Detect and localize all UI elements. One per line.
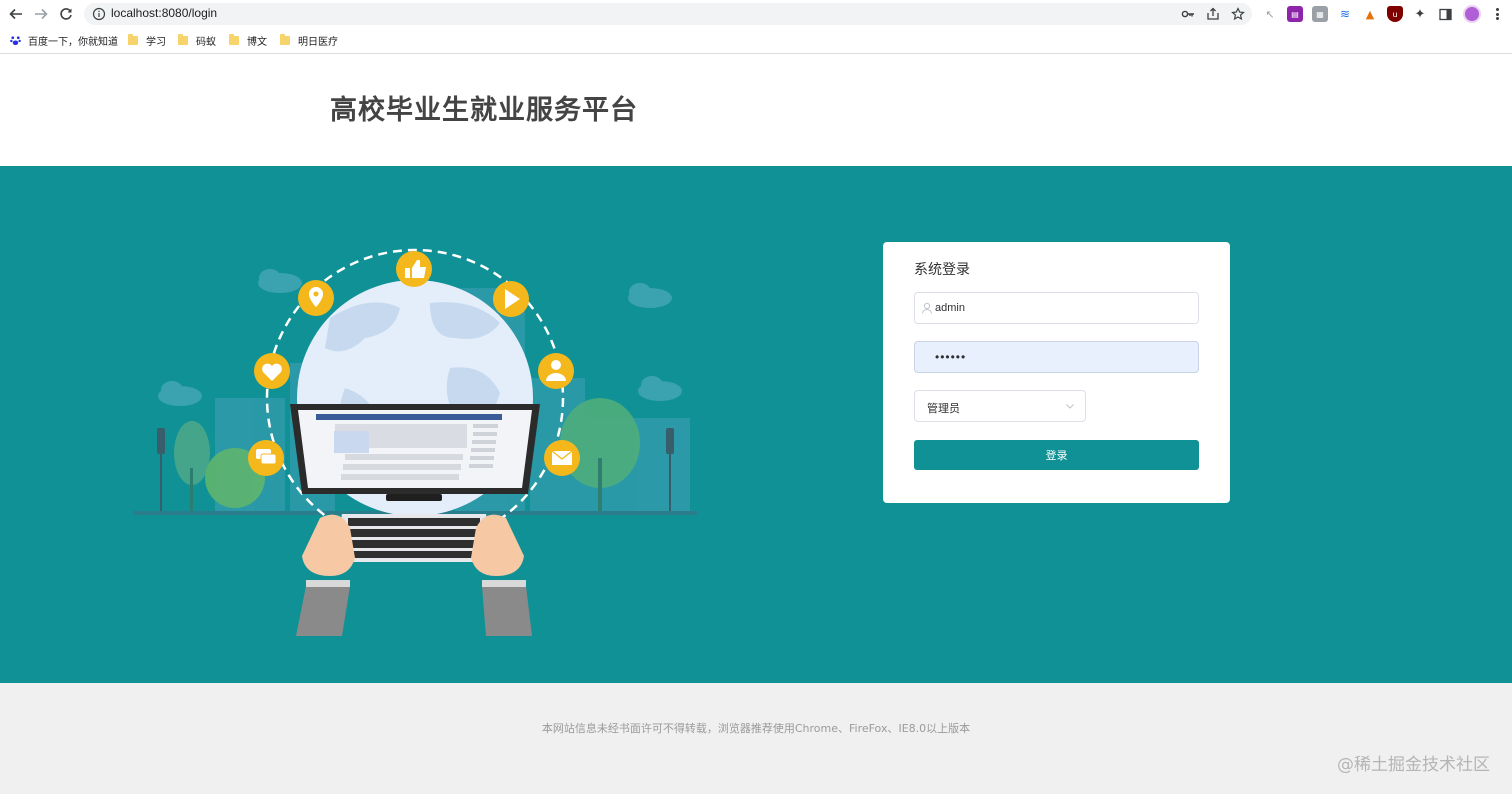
site-title: 高校毕业生就业服务平台: [330, 95, 638, 126]
site-header: 高校毕业生就业服务平台: [0, 55, 1512, 166]
browser-chrome: localhost:8080/login ↖ ▤ ▦ ≋ ▲ u ✦ 百度一下，…: [0, 0, 1512, 54]
role-selected-value: 管理员: [927, 402, 960, 415]
copyright-notice: 本网站信息未经书面许可不得转载，浏览器推荐使用Chrome、FireFox、IE…: [541, 722, 971, 735]
site-info-icon[interactable]: [92, 7, 106, 21]
bookmark-label: 明日医疗: [298, 36, 338, 48]
hero-banner: 系统登录 管理员 登录: [0, 166, 1512, 683]
extension-purple-icon[interactable]: ▤: [1287, 6, 1303, 22]
login-title: 系统登录: [914, 262, 970, 278]
bookmark-folder-mingri[interactable]: 明日医疗: [280, 32, 338, 48]
bookmark-label: 码蚁: [196, 36, 216, 48]
browser-toolbar: localhost:8080/login ↖ ▤ ▦ ≋ ▲ u ✦: [0, 0, 1512, 28]
side-panel-icon[interactable]: [1437, 6, 1453, 22]
password-field[interactable]: [914, 341, 1199, 373]
location-pin-icon: [298, 280, 334, 316]
user-profile-icon: [538, 353, 574, 389]
password-input[interactable]: [935, 342, 1190, 372]
folder-icon: [178, 33, 188, 45]
login-button[interactable]: 登录: [914, 440, 1199, 470]
folder-icon: [280, 33, 290, 45]
forward-icon[interactable]: [31, 4, 51, 24]
browser-menu-icon[interactable]: [1490, 6, 1504, 22]
cursor-extension-icon[interactable]: ↖: [1262, 6, 1278, 22]
bookmark-folder-bowen[interactable]: 博文: [229, 32, 267, 48]
username-field[interactable]: [914, 292, 1199, 324]
site-footer: 本网站信息未经书面许可不得转载，浏览器推荐使用Chrome、FireFox、IE…: [0, 683, 1512, 794]
back-icon[interactable]: [6, 4, 26, 24]
heart-icon: [254, 353, 290, 389]
extension-triangle-icon[interactable]: ▲: [1362, 6, 1378, 22]
bookmarks-bar: 百度一下，你就知道 学习 码蚁 博文 明日医疗: [0, 30, 1512, 50]
bookmark-baidu[interactable]: 百度一下，你就知道: [10, 32, 118, 48]
extensions-puzzle-icon[interactable]: ✦: [1412, 6, 1428, 22]
user-icon: [922, 302, 932, 314]
extension-store-icon[interactable]: ▦: [1312, 6, 1328, 22]
bookmark-star-icon[interactable]: [1231, 7, 1245, 21]
online-employment-illustration: [133, 248, 697, 636]
bookmark-folder-mayi[interactable]: 码蚁: [178, 32, 216, 48]
reload-icon[interactable]: [56, 4, 76, 24]
role-select[interactable]: 管理员: [914, 390, 1086, 422]
login-card: 系统登录 管理员 登录: [883, 242, 1230, 503]
thumbs-up-icon: [396, 251, 432, 287]
bookmark-label: 博文: [247, 36, 267, 48]
key-icon[interactable]: [1181, 7, 1195, 21]
share-icon[interactable]: [1206, 7, 1220, 21]
chat-bubble-icon: [248, 440, 284, 476]
baidu-paw-icon: [10, 35, 21, 45]
folder-icon: [229, 33, 239, 45]
extension-layers-icon[interactable]: ≋: [1337, 6, 1353, 22]
play-icon: [493, 281, 529, 317]
bookmark-label: 学习: [146, 36, 166, 48]
mail-envelope-icon: [544, 440, 580, 476]
bookmark-folder-xuexi[interactable]: 学习: [128, 32, 166, 48]
ublock-shield-icon[interactable]: u: [1387, 6, 1403, 22]
bookmark-label: 百度一下，你就知道: [28, 36, 118, 48]
address-bar[interactable]: localhost:8080/login: [84, 3, 1252, 25]
username-input[interactable]: [935, 293, 1190, 323]
url-text: localhost:8080/login: [111, 6, 218, 20]
folder-icon: [128, 33, 138, 45]
watermark: @稀土掘金技术社区: [1337, 755, 1490, 775]
profile-avatar[interactable]: [1463, 5, 1481, 23]
chevron-down-icon: [1066, 404, 1074, 409]
